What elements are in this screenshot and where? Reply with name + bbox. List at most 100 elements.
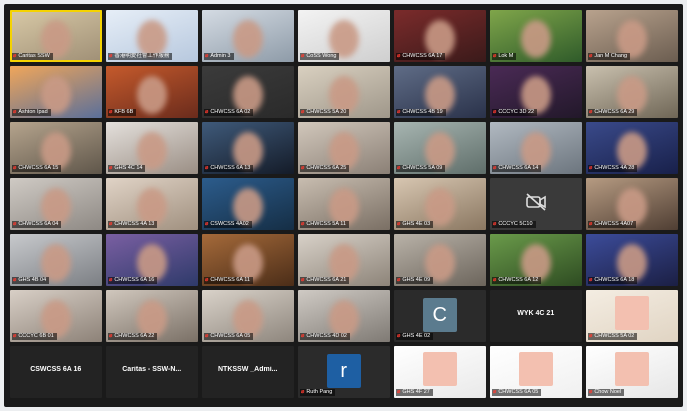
participant-tile[interactable]: ⌀ CHWCSS 6A 05 xyxy=(202,290,294,342)
participant-tile[interactable]: ⌀ CCCYC 3D 22 xyxy=(490,66,582,118)
participant-name: Admin 3 xyxy=(210,53,231,59)
participant-tile[interactable]: ⌀ CSWCSS 4A02 xyxy=(202,178,294,230)
participant-tile[interactable]: WYK 4C 21 xyxy=(490,290,582,342)
participant-tile[interactable]: ⌀ CHWCSS 6A 12 xyxy=(490,234,582,286)
participant-tile[interactable]: Caritas - SSW-N... xyxy=(106,346,198,398)
participant-label: ⌀ CHWCSS 4B 19 xyxy=(396,109,446,116)
participant-tile[interactable]: ⌀ CHWCSS 6A 11 xyxy=(202,234,294,286)
participant-label: ⌀ CHWCSS 5A 20 xyxy=(300,109,350,116)
mic-muted-icon: ⌀ xyxy=(493,221,497,227)
participant-tile[interactable]: ⌀ CHWCSS 6A 17 xyxy=(394,10,486,62)
participant-tile[interactable]: ⌀ Lok M xyxy=(490,10,582,62)
participant-label: ⌀ CCCYC 5C10 xyxy=(492,221,536,228)
mic-muted-icon: ⌀ xyxy=(301,333,305,339)
mic-muted-icon: ⌀ xyxy=(13,221,17,227)
camera-off-icon xyxy=(525,193,546,211)
participant-name-center: NTKSSW _Admi... xyxy=(217,366,278,373)
participant-name: CHWCSS 6A 25 xyxy=(306,165,347,171)
mic-muted-icon: ⌀ xyxy=(13,53,17,59)
mic-muted-icon: ⌀ xyxy=(589,277,593,283)
participant-tile[interactable]: r ⌀ Ruth Pang xyxy=(298,346,390,398)
participant-name: CHWCSS 6A 05 xyxy=(498,389,539,395)
mic-muted-icon: ⌀ xyxy=(589,221,593,227)
participant-tile[interactable]: ⌀ CHWCSS 6A 25 xyxy=(298,122,390,174)
participant-tile[interactable]: C ⌀ GHS 4E 02 xyxy=(394,290,486,342)
participant-tile[interactable]: NTKSSW _Admi... xyxy=(202,346,294,398)
participant-tile[interactable]: ⌀ KFB 6B xyxy=(106,66,198,118)
participant-name: CHWCSS 6A 04 xyxy=(18,221,59,227)
participant-label: ⌀ CHWCSS 6A 14 xyxy=(492,165,542,172)
participant-name: CHWCSS 6A 18 xyxy=(594,277,635,283)
participant-tile[interactable]: ⌀ Ashton Ipad xyxy=(10,66,102,118)
participant-tile[interactable]: ⌀ Admin 3 xyxy=(202,10,294,62)
mic-muted-icon: ⌀ xyxy=(301,53,305,59)
participant-tile[interactable]: ⌀ GHS 4F 27 xyxy=(394,346,486,398)
participant-tile[interactable]: ⌀ 香港明愛社會工作服務 xyxy=(106,10,198,62)
participant-name: CHWCSS 6A 21 xyxy=(306,277,347,283)
mic-muted-icon: ⌀ xyxy=(109,221,113,227)
participant-tile[interactable]: ⌀ CCCYC 6B 01 xyxy=(10,290,102,342)
participant-tile[interactable]: ⌀ Jan M Chang xyxy=(586,10,678,62)
participant-label: ⌀ CHWCSS 4A 28 xyxy=(588,165,638,172)
mic-muted-icon: ⌀ xyxy=(493,389,497,395)
participant-tile[interactable]: ⌀ GHS 4E 09 xyxy=(394,234,486,286)
profile-picture xyxy=(422,352,457,386)
mic-muted-icon: ⌀ xyxy=(301,221,305,227)
participant-name: CHWCSS 6A 29 xyxy=(594,109,635,115)
participant-label: ⌀ KFB 6B xyxy=(108,109,137,116)
mic-muted-icon: ⌀ xyxy=(205,165,209,171)
mic-muted-icon: ⌀ xyxy=(493,53,497,59)
participant-tile[interactable]: ⌀ CHWCSS 6A 22 xyxy=(106,290,198,342)
mic-muted-icon: ⌀ xyxy=(109,333,113,339)
participant-label: ⌀ CHWCSS 6A 12 xyxy=(492,277,542,284)
participant-tile[interactable]: ⌀ CHWCSS 4A07 xyxy=(586,178,678,230)
participant-tile[interactable]: CSWCSS 6A 16 xyxy=(10,346,102,398)
mic-muted-icon: ⌀ xyxy=(397,165,401,171)
participant-tile[interactable]: ⌀ Caritas SSW xyxy=(10,10,102,62)
participant-tile[interactable]: ⌀ Chow Noel xyxy=(586,346,678,398)
participant-tile[interactable]: ⌀ CHWCSS 4A 28 xyxy=(586,122,678,174)
participant-tile[interactable]: ⌀ CHWCSS 6A 02 xyxy=(202,66,294,118)
participant-name: GHS 4E 03 xyxy=(402,221,431,227)
participant-name: Ruth Pang xyxy=(306,389,333,395)
participant-label: ⌀ Admin 3 xyxy=(204,53,234,60)
participant-tile[interactable]: ⌀ CHWCSS 5A 09 xyxy=(394,122,486,174)
participant-name: GHS 4C 14 xyxy=(114,165,143,171)
participant-name: CoSS Wong xyxy=(306,53,337,59)
participant-tile[interactable]: ⌀ CHWCSS 6A 16 xyxy=(106,234,198,286)
participant-tile[interactable]: ⌀ CHWCSS 5A 02 xyxy=(586,290,678,342)
participant-name: CHWCSS 5A 09 xyxy=(402,165,443,171)
mic-muted-icon: ⌀ xyxy=(397,333,401,339)
participant-tile[interactable]: ⌀ GHS 4C 14 xyxy=(106,122,198,174)
participant-name: CHWCSS 4A07 xyxy=(594,221,634,227)
participant-tile[interactable]: ⌀ CoSS Wong xyxy=(298,10,390,62)
profile-picture xyxy=(614,352,649,386)
participant-name: Jan M Chang xyxy=(594,53,628,59)
participant-tile[interactable]: ⌀ CHWCSS 6A 05 xyxy=(490,346,582,398)
mic-muted-icon: ⌀ xyxy=(397,53,401,59)
participant-tile[interactable]: ⌀ CHWCSS 6A 04 xyxy=(10,178,102,230)
mic-muted-icon: ⌀ xyxy=(397,389,401,395)
mic-muted-icon: ⌀ xyxy=(301,389,305,395)
participant-tile[interactable]: ⌀ CHWCSS 5A 11 xyxy=(298,178,390,230)
participant-tile[interactable]: ⌀ CHWCSS 6A 13 xyxy=(202,122,294,174)
participant-tile[interactable]: ⌀ CHWCSS 5A 20 xyxy=(298,66,390,118)
participant-label: ⌀ CHWCSS 6A 18 xyxy=(588,277,638,284)
participant-name: Chow Noel xyxy=(594,389,622,395)
participant-label: ⌀ GHS 4E 03 xyxy=(396,221,434,228)
mic-muted-icon: ⌀ xyxy=(493,277,497,283)
participant-label: ⌀ CHWCSS 4A 13 xyxy=(108,221,158,228)
participant-tile[interactable]: ⌀ CHWCSS 6A 29 xyxy=(586,66,678,118)
participant-tile[interactable]: ⌀ CHWCSS 4A 13 xyxy=(106,178,198,230)
participant-tile[interactable]: ⌀ CHWCSS 4B 19 xyxy=(394,66,486,118)
participant-tile[interactable]: ⌀ GHS 4B 04 xyxy=(10,234,102,286)
participant-tile[interactable]: ⌀ CCCYC 5C10 xyxy=(490,178,582,230)
participant-tile[interactable]: ⌀ CHWCSS 4D 02 xyxy=(298,290,390,342)
participant-tile[interactable]: ⌀ GHS 4E 03 xyxy=(394,178,486,230)
participant-tile[interactable]: ⌀ CHWCSS 6A 15 xyxy=(10,122,102,174)
participant-name: CHWCSS 6A 11 xyxy=(210,277,250,283)
participant-tile[interactable]: ⌀ CHWCSS 6A 21 xyxy=(298,234,390,286)
participant-tile[interactable]: ⌀ CHWCSS 6A 18 xyxy=(586,234,678,286)
participant-name: CHWCSS 6A 12 xyxy=(498,277,539,283)
participant-tile[interactable]: ⌀ CHWCSS 6A 14 xyxy=(490,122,582,174)
